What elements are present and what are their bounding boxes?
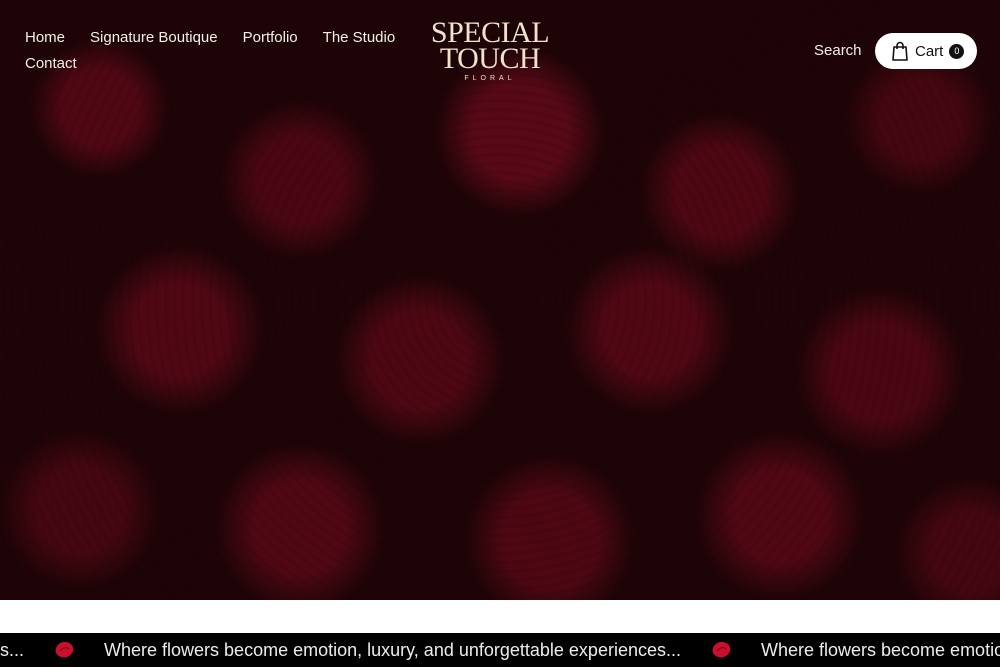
search-link[interactable]: Search [814, 41, 862, 61]
marquee-text-fragment: ces... [0, 640, 25, 660]
logo-line-2: TOUCH [439, 42, 541, 75]
marquee-text: Where flowers become emotion, luxury, an… [760, 640, 1000, 660]
cart-button[interactable]: Cart 0 [875, 33, 977, 69]
marquee-text: Where flowers become emotion, luxury, an… [104, 640, 681, 660]
cart-count-badge: 0 [949, 43, 965, 59]
shopping-bag-icon [892, 41, 908, 61]
rose-petal-icon [712, 641, 731, 658]
announcement-marquee: ces... Where flowers become emotion, lux… [0, 633, 1000, 667]
site-header: Home Signature Boutique Portfolio The St… [0, 0, 1000, 100]
marquee-track: ces... Where flowers become emotion, lux… [0, 633, 1000, 667]
nav-contact[interactable]: Contact [25, 54, 77, 73]
logo-subtitle: FLORAL [464, 75, 516, 82]
nav-signature-boutique[interactable]: Signature Boutique [90, 28, 218, 47]
main-nav: Home Signature Boutique Portfolio The St… [25, 28, 415, 73]
brand-logo[interactable]: SPECIAL TOUCH FLORAL [430, 18, 550, 83]
nav-home[interactable]: Home [25, 28, 65, 47]
nav-the-studio[interactable]: The Studio [323, 28, 396, 47]
cart-label: Cart [915, 42, 944, 60]
rose-petal-icon [55, 641, 74, 658]
nav-portfolio[interactable]: Portfolio [243, 28, 298, 47]
